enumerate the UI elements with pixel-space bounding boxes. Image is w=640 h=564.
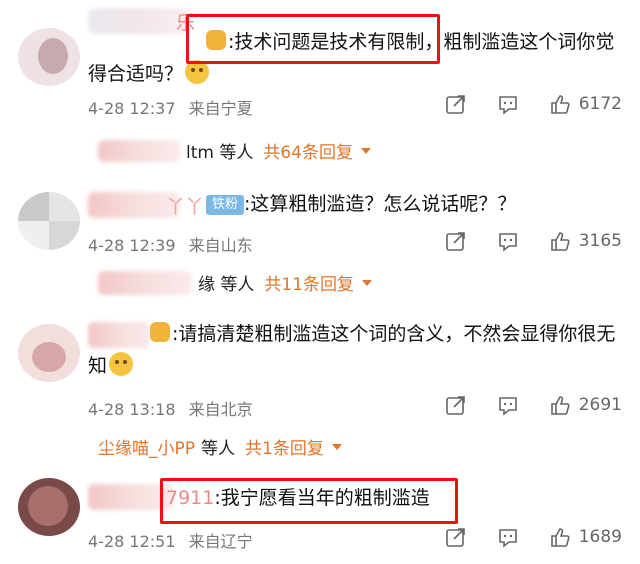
like-icon[interactable]	[549, 526, 571, 548]
comment-icon[interactable]	[497, 230, 519, 252]
location: 来自北京	[188, 400, 253, 419]
reply-summary[interactable]: 尘缘喵_小PP 等人 共1条回复	[98, 434, 342, 459]
actions: 6172	[415, 93, 622, 115]
meta: 4-28 12:51 来自辽宁	[88, 528, 253, 552]
reply-count-link[interactable]: 共64条回复	[263, 138, 353, 163]
meta: 4-28 12:37 来自宁夏	[88, 95, 253, 119]
reply-count-link[interactable]: 共1条回复	[245, 434, 324, 459]
comment-icon[interactable]	[497, 526, 519, 548]
highlight-box	[160, 478, 458, 524]
highlight-box	[186, 14, 440, 64]
like-icon[interactable]	[549, 230, 571, 252]
comment-3: :请搞清楚粗制滥造这个词的含义，不然会显得你很无 知 4-28 13:18 来自…	[0, 310, 640, 470]
meta: 4-28 13:18 来自北京	[88, 396, 253, 420]
comment-text: 铁粉:这算粗制滥造？怎么说话呢？？	[206, 188, 640, 220]
reply-summary[interactable]: 缘 等人 共11条回复	[98, 270, 373, 295]
avatar[interactable]	[18, 28, 80, 86]
username-tail[interactable]: 丫丫	[166, 192, 204, 219]
actions: 1689	[415, 526, 622, 548]
reply-name-blurred[interactable]	[98, 270, 192, 295]
share-icon[interactable]	[445, 526, 467, 548]
chevron-down-icon[interactable]	[331, 443, 342, 450]
sad-emoji-icon	[109, 352, 134, 376]
comment-4: 7911:我宁愿看当年的粗制滥造 4-28 12:51 来自辽宁 1689	[0, 472, 640, 564]
actions: 3165	[415, 230, 622, 252]
like-icon[interactable]	[549, 93, 571, 115]
timestamp: 4-28 12:37	[88, 99, 176, 118]
comment-1: 乐 :技术问题是技术有限制，粗制滥造这个词你觉 得合适吗？ 4-28 12:37…	[0, 0, 640, 178]
username-blurred[interactable]	[88, 322, 150, 348]
avatar[interactable]	[18, 192, 80, 250]
location: 来自宁夏	[188, 99, 253, 118]
timestamp: 4-28 12:39	[88, 236, 176, 255]
comment-text-line2: 知	[88, 350, 628, 382]
share-icon[interactable]	[445, 394, 467, 416]
like-count: 3165	[578, 231, 622, 251]
reply-username[interactable]: 尘缘喵_小PP	[98, 434, 195, 459]
timestamp: 4-28 12:51	[88, 532, 176, 551]
reply-summary[interactable]: ltm 等人 共64条回复	[98, 138, 371, 163]
avatar[interactable]	[18, 478, 80, 536]
share-icon[interactable]	[445, 93, 467, 115]
location: 来自山东	[188, 236, 253, 255]
actions: 2691	[415, 394, 622, 416]
like-icon[interactable]	[549, 394, 571, 416]
location: 来自辽宁	[188, 532, 253, 551]
comment-icon[interactable]	[497, 93, 519, 115]
fan-badge: 铁粉	[206, 195, 245, 215]
comment-icon[interactable]	[497, 394, 519, 416]
fan-emoji-icon	[150, 322, 170, 342]
avatar[interactable]	[18, 324, 80, 382]
comment-2: 丫丫 铁粉:这算粗制滥造？怎么说话呢？？ 4-28 12:39 来自山东 316…	[0, 178, 640, 308]
timestamp: 4-28 13:18	[88, 400, 176, 419]
chevron-down-icon[interactable]	[362, 279, 373, 286]
like-count: 2691	[578, 395, 622, 415]
chevron-down-icon[interactable]	[361, 147, 371, 154]
like-count: 6172	[578, 94, 622, 114]
like-count: 1689	[578, 527, 622, 547]
comment-text: :请搞清楚粗制滥造这个词的含义，不然会显得你很无	[148, 318, 636, 350]
reply-name-blurred[interactable]	[98, 139, 180, 162]
share-icon[interactable]	[445, 230, 467, 252]
reply-count-link[interactable]: 共11条回复	[264, 270, 354, 295]
meta: 4-28 12:39 来自山东	[88, 232, 253, 256]
